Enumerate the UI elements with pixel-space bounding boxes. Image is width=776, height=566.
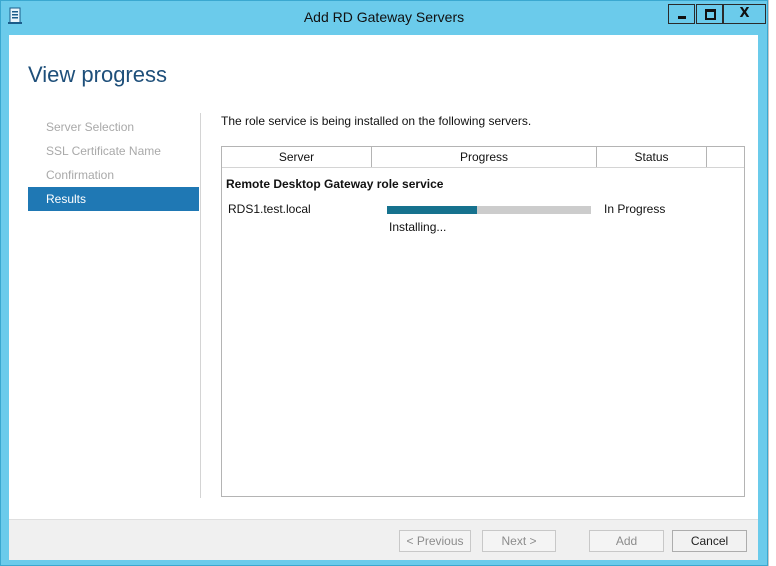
nav-item-server-selection[interactable]: Server Selection — [28, 115, 199, 139]
background-window-edge — [768, 0, 776, 566]
server-name: RDS1.test.local — [228, 202, 311, 216]
cancel-button[interactable]: Cancel — [672, 530, 747, 552]
window-title: Add RD Gateway Servers — [303, 9, 465, 25]
add-button[interactable]: Add — [589, 530, 664, 552]
button-bar: < Previous Next > Add Cancel — [9, 519, 758, 560]
nav-item-results[interactable]: Results — [28, 187, 199, 211]
table-header: Server Progress Status — [222, 147, 744, 168]
column-header-progress[interactable]: Progress — [372, 147, 597, 167]
dialog-content: View progress Server Selection SSL Certi… — [9, 35, 758, 560]
minimize-icon[interactable] — [668, 4, 695, 24]
title-bar[interactable]: Add RD Gateway Servers X — [1, 1, 767, 35]
column-header-status[interactable]: Status — [597, 147, 707, 167]
progress-bar — [387, 206, 591, 214]
previous-button[interactable]: < Previous — [399, 530, 471, 552]
vertical-divider — [200, 113, 201, 498]
status-text: In Progress — [604, 202, 666, 216]
wizard-navigation: Server Selection SSL Certificate Name Co… — [28, 115, 199, 211]
progress-bar-fill — [387, 206, 477, 214]
description-text: The role service is being installed on t… — [221, 114, 532, 128]
role-group-label: Remote Desktop Gateway role service — [226, 177, 444, 191]
nav-item-confirmation[interactable]: Confirmation — [28, 163, 199, 187]
progress-table: Server Progress Status Remote Desktop Ga… — [221, 146, 745, 497]
maximize-icon[interactable] — [696, 4, 723, 24]
column-header-blank — [707, 147, 744, 167]
dialog-window: Add RD Gateway Servers X View progress S… — [0, 0, 768, 566]
nav-item-ssl-certificate-name[interactable]: SSL Certificate Name — [28, 139, 199, 163]
next-button[interactable]: Next > — [482, 530, 556, 552]
page-title: View progress — [28, 62, 167, 87]
close-icon[interactable]: X — [723, 4, 766, 24]
column-header-server[interactable]: Server — [222, 147, 372, 167]
close-glyph: X — [739, 6, 750, 21]
progress-text: Installing... — [389, 220, 447, 234]
